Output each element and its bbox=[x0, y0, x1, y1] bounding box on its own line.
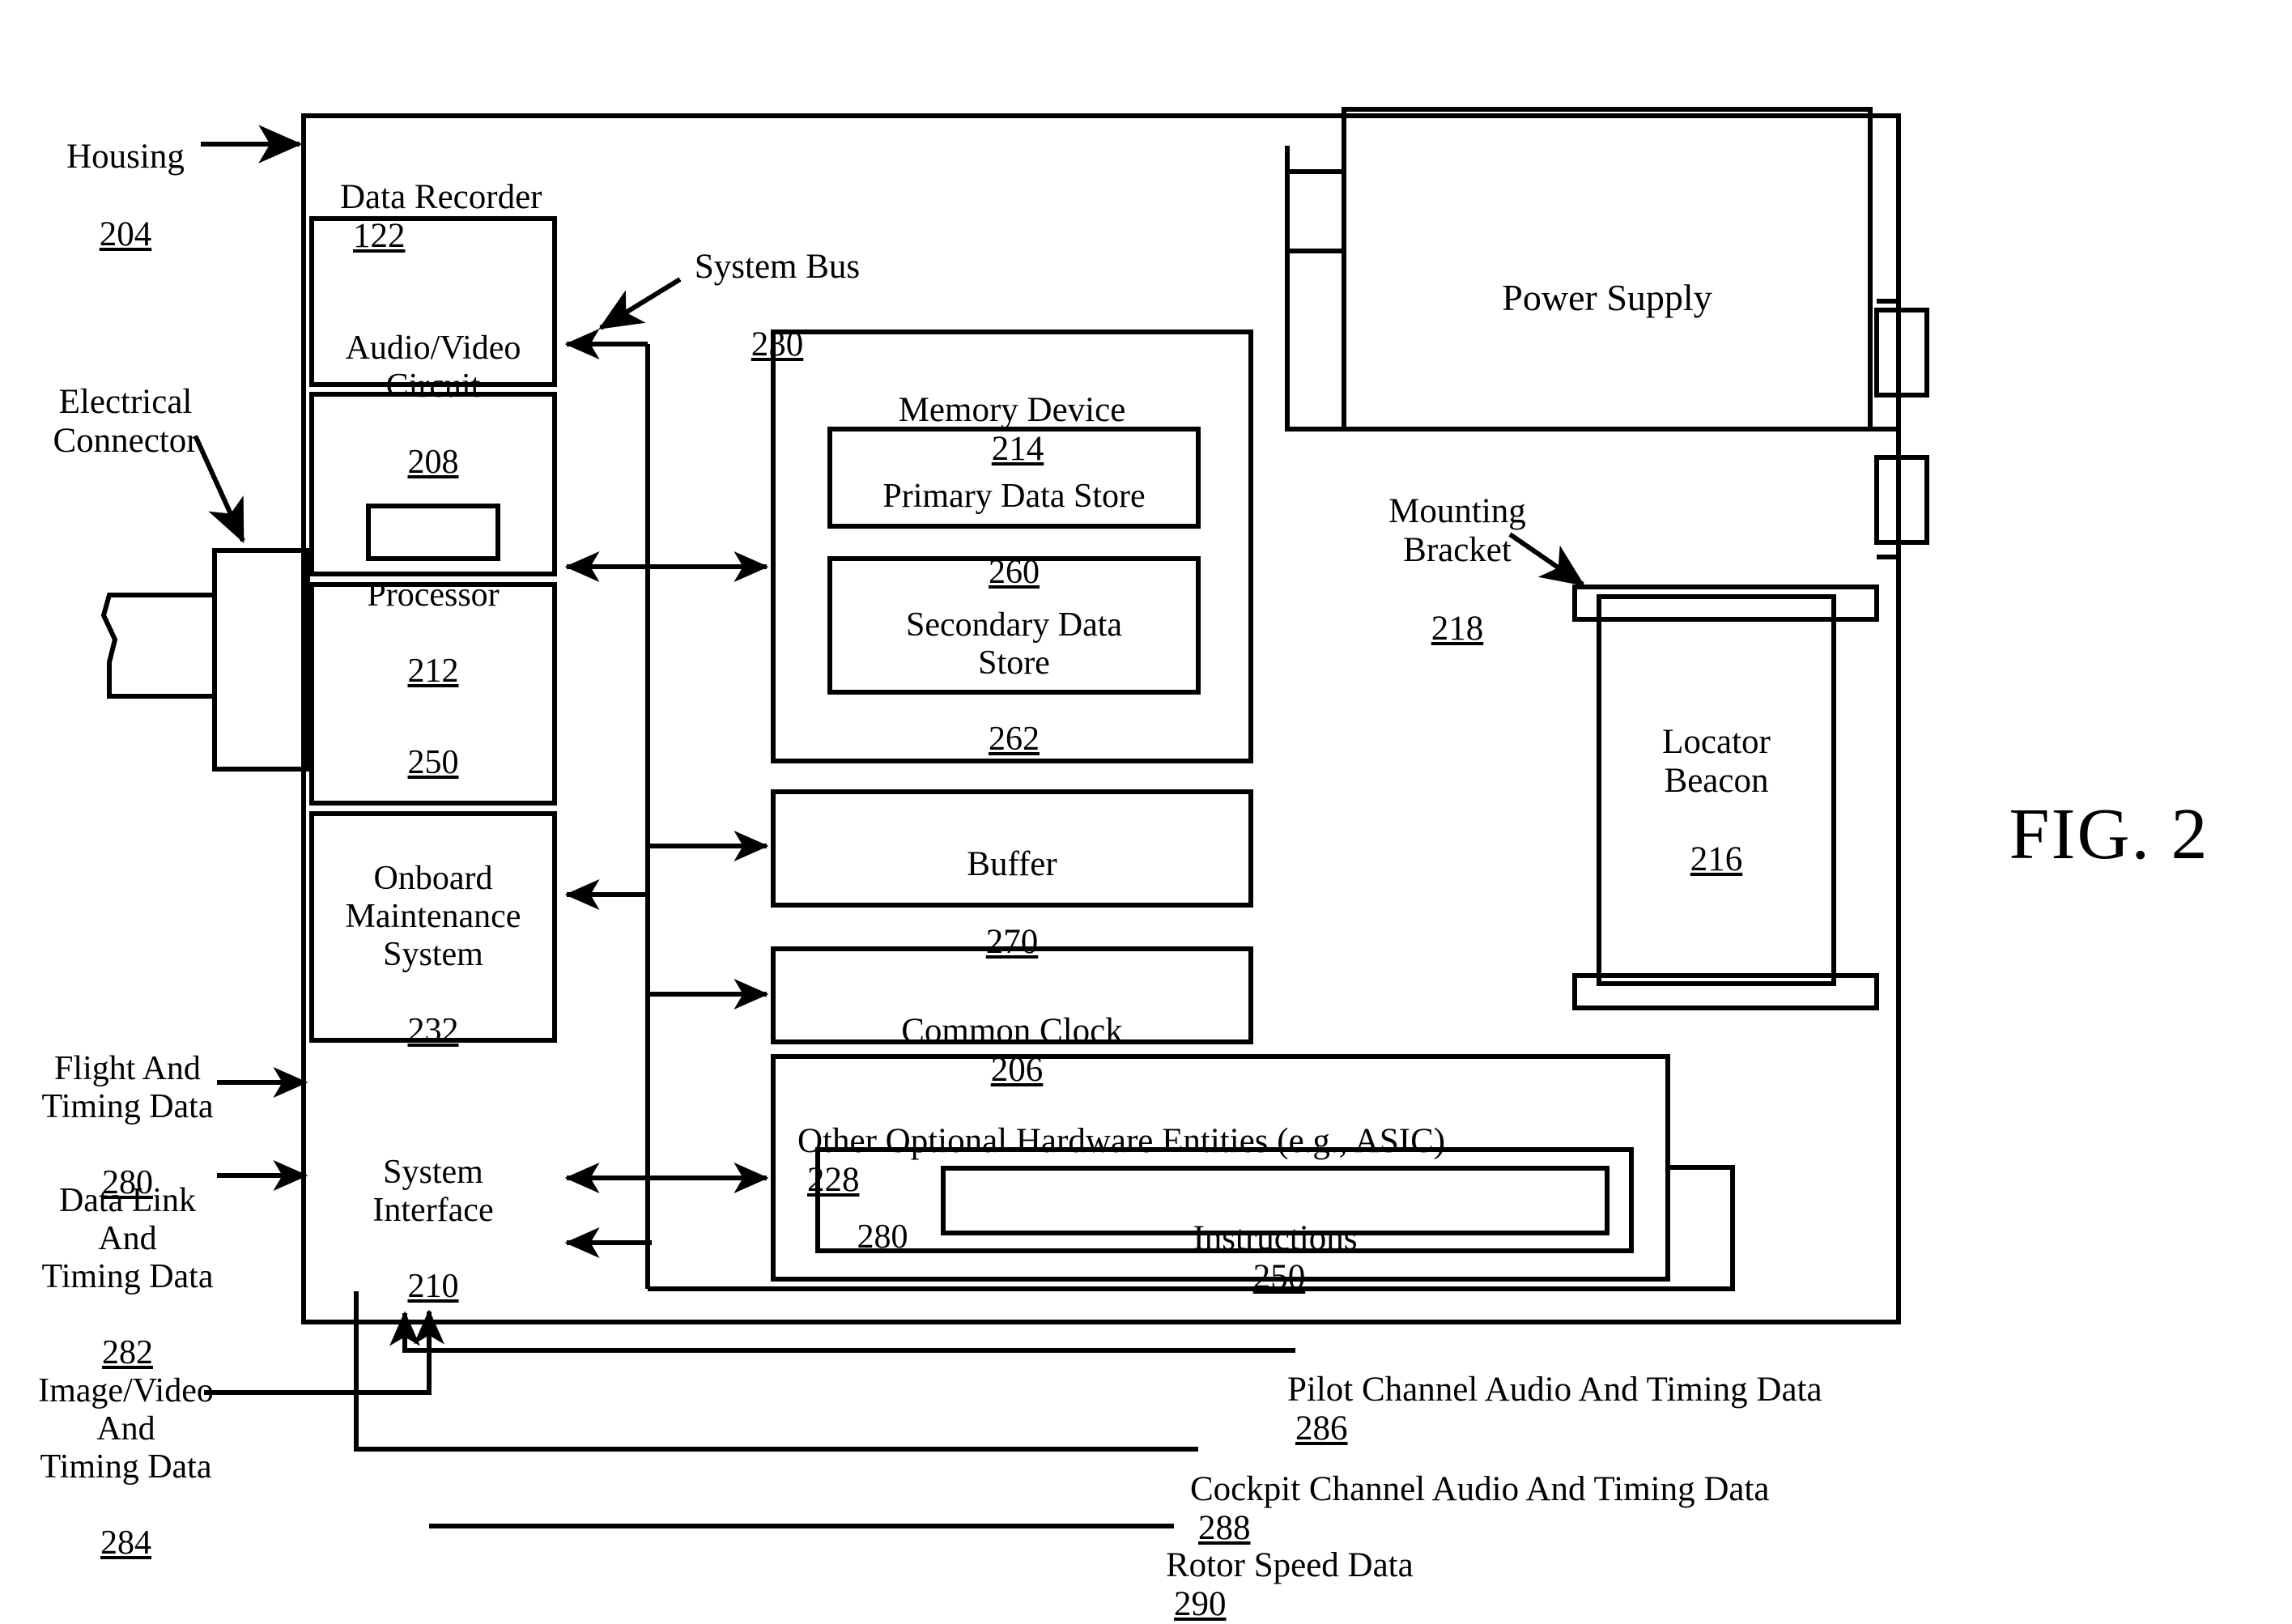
rotor-speed-ref: 290 bbox=[1174, 1585, 1227, 1624]
common-clock-name: Common Clock bbox=[901, 1012, 1123, 1051]
onboard-maintenance-ref: 232 bbox=[407, 1012, 459, 1050]
data-recorder-ref: 122 bbox=[353, 217, 406, 256]
processor-instructions-ref: 250 bbox=[407, 744, 459, 782]
audio-video-circuit-name: Audio/Video Circuit bbox=[345, 329, 521, 406]
processor-name: Processor bbox=[367, 576, 500, 614]
secondary-data-store-label: Secondary Data Store 262 bbox=[830, 568, 1198, 759]
buffer-ref: 270 bbox=[985, 923, 1039, 962]
locator-beacon-ref: 216 bbox=[1690, 840, 1743, 878]
power-supply-name: Power Supply bbox=[1502, 276, 1712, 318]
memory-device-name: Memory Device bbox=[898, 391, 1126, 430]
system-bus-callout-label: System Bus 230 bbox=[668, 209, 887, 365]
housing-tab-upper bbox=[1874, 308, 1929, 397]
secondary-data-store-ref: 262 bbox=[989, 721, 1040, 759]
processor-instructions-label: 250 bbox=[368, 706, 498, 782]
secondary-data-store-name: Secondary Data Store bbox=[905, 606, 1123, 682]
cockpit-channel-route bbox=[354, 1291, 1198, 1452]
power-supply-label: Power Supply bbox=[1344, 235, 1870, 318]
hardware-instructions-label: Instructions 250 bbox=[943, 1180, 1607, 1297]
other-hardware-name: Other Optional Hardware Entities (e.g., … bbox=[797, 1122, 1446, 1161]
housing-callout-label: Housing 204 bbox=[49, 99, 202, 255]
electrical-connector-tail bbox=[100, 593, 215, 699]
electrical-connector-body bbox=[212, 548, 310, 772]
common-clock-label: Common Clock 206 bbox=[773, 973, 1251, 1090]
system-bus-callout-name: System Bus bbox=[694, 248, 861, 287]
flight-timing-name: Flight And Timing Data bbox=[41, 1050, 214, 1126]
hardware-instructions-ref: 250 bbox=[1252, 1258, 1306, 1297]
audio-video-circuit-label: Audio/Video Circuit 208 bbox=[312, 291, 555, 482]
system-interface-name: System Interface bbox=[372, 1154, 494, 1230]
image-video-timing-name: Image/Video And Timing Data bbox=[38, 1372, 214, 1486]
processor-label: Processor 212 bbox=[312, 538, 555, 691]
mounting-bracket-callout-ref: 218 bbox=[1431, 609, 1484, 648]
mounting-bracket-callout-label: Mounting Bracket 218 bbox=[1340, 453, 1575, 648]
image-video-timing-label: Image/Video And Timing Data 284 bbox=[31, 1334, 221, 1562]
electrical-connector-callout-label: Electrical Connector bbox=[32, 344, 219, 461]
patent-figure-2: Housing 204 Electrical Connector Data Re… bbox=[0, 0, 2292, 1623]
rotor-speed-name: Rotor Speed Data bbox=[1166, 1546, 1414, 1585]
data-recorder-label: Data Recorder 122 bbox=[340, 139, 696, 256]
hardware-inner-label: 280 bbox=[838, 1180, 927, 1256]
processor-ref: 212 bbox=[407, 653, 459, 691]
housing-tab-lower bbox=[1874, 455, 1929, 545]
housing-callout-ref: 204 bbox=[99, 215, 152, 254]
hardware-inner-ref: 280 bbox=[857, 1218, 908, 1256]
mounting-bracket-callout-name: Mounting Bracket bbox=[1388, 492, 1526, 570]
figure-caption-text: FIG. 2 bbox=[2009, 793, 2209, 874]
pilot-channel-name: Pilot Channel Audio And Timing Data bbox=[1287, 1371, 1822, 1409]
data-recorder-name: Data Recorder bbox=[340, 178, 542, 217]
locator-beacon-name: Locator Beacon bbox=[1662, 723, 1771, 801]
hardware-instructions-name: Instructions bbox=[1193, 1219, 1358, 1258]
figure-caption: FIG. 2 bbox=[1939, 712, 2279, 876]
locator-beacon-label: Locator Beacon 216 bbox=[1599, 684, 1834, 879]
primary-data-store-name: Primary Data Store bbox=[882, 478, 1146, 516]
image-video-timing-ref: 284 bbox=[100, 1524, 151, 1562]
system-interface-ref: 210 bbox=[407, 1268, 459, 1306]
onboard-maintenance-name: Onboard Maintenance System bbox=[345, 860, 521, 974]
buffer-label: Buffer 270 bbox=[773, 806, 1251, 963]
system-interface-label: System Interface 210 bbox=[312, 1116, 555, 1306]
data-link-timing-name: Data Link And Timing Data bbox=[41, 1182, 214, 1296]
pilot-channel-route bbox=[389, 1311, 1295, 1353]
electrical-connector-callout-name: Electrical Connector bbox=[53, 383, 198, 461]
onboard-maintenance-label: Onboard Maintenance System 232 bbox=[312, 822, 555, 1050]
audio-video-circuit-ref: 208 bbox=[407, 444, 459, 482]
housing-callout-name: Housing bbox=[66, 138, 185, 176]
cockpit-channel-name: Cockpit Channel Audio And Timing Data bbox=[1190, 1470, 1770, 1509]
buffer-name: Buffer bbox=[967, 845, 1057, 884]
rotor-speed-label: Rotor Speed Data 290 bbox=[1166, 1507, 1684, 1624]
